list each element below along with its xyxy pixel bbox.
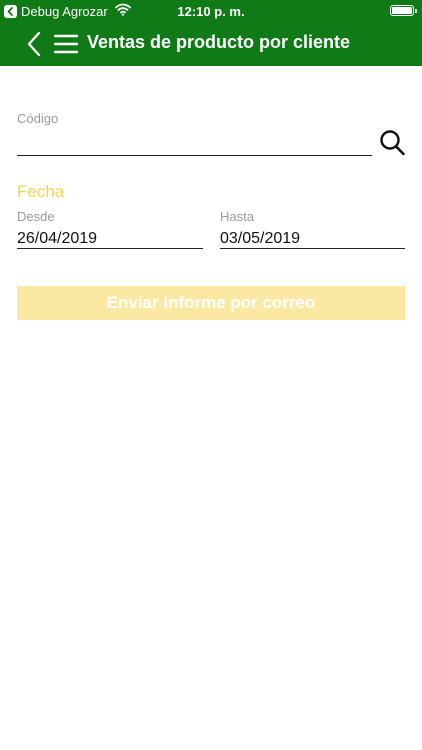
code-input[interactable] xyxy=(17,133,369,153)
page-title: Ventas de producto por cliente xyxy=(87,32,351,52)
search-icon[interactable] xyxy=(378,128,406,158)
to-underline xyxy=(220,248,405,249)
code-label: Código xyxy=(17,111,59,126)
code-underline xyxy=(17,155,372,156)
from-label: Desde xyxy=(17,209,55,224)
date-section-title: Fecha xyxy=(17,182,65,201)
battery-icon xyxy=(390,5,417,16)
chevron-left-icon[interactable] xyxy=(24,30,44,58)
from-underline xyxy=(17,248,203,249)
app-header: Debug Agrozar 12:10 p. m. Ventas de prod… xyxy=(0,0,422,66)
nav-bar: Ventas de producto por cliente xyxy=(0,22,422,66)
status-bar: Debug Agrozar 12:10 p. m. xyxy=(0,0,422,22)
to-date-field[interactable]: 03/05/2019 xyxy=(220,230,300,248)
to-label: Hasta xyxy=(220,209,254,224)
from-date-field[interactable]: 26/04/2019 xyxy=(17,230,97,248)
send-report-button[interactable]: Enviar informe por correo xyxy=(17,286,405,320)
status-time: 12:10 p. m. xyxy=(177,4,245,19)
hamburger-menu-icon[interactable] xyxy=(53,32,79,56)
battery-level xyxy=(392,7,412,14)
